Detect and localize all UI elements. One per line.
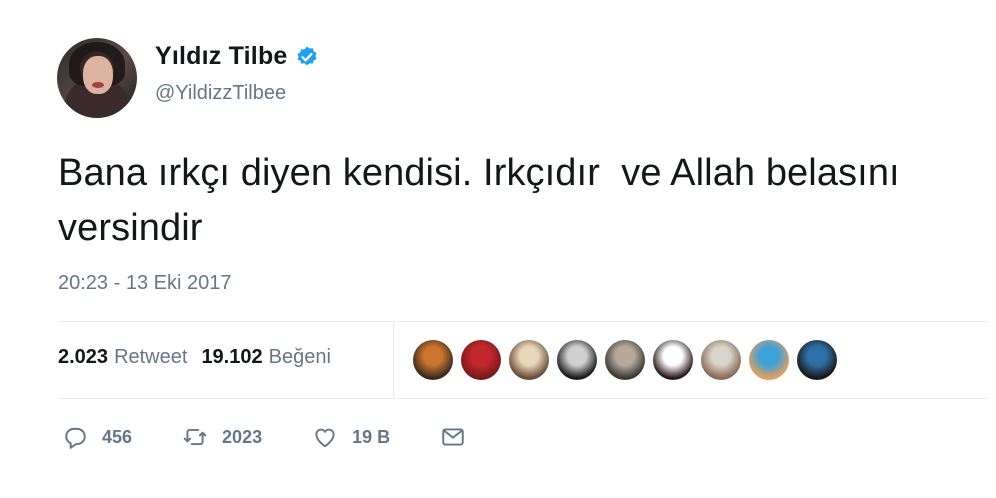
display-name[interactable]: Yıldız Tilbe (155, 42, 288, 71)
message-button[interactable] (440, 424, 466, 450)
tweet-text: Bana ırkçı diyen kendisi. Irkçıdır ve Al… (58, 152, 911, 249)
liker-avatar-3[interactable] (509, 340, 549, 380)
liker-avatar-9[interactable] (797, 340, 837, 380)
tweet-timestamp[interactable]: 20:23 - 13 Eki 2017 (58, 272, 231, 295)
reply-icon (65, 427, 86, 449)
divider-bottom (58, 398, 988, 399)
retweet-count: 2023 (222, 426, 263, 447)
reply-count: 456 (102, 426, 133, 447)
retweet-button[interactable]: 2023 (182, 424, 262, 450)
engagement-stats: 2.023 Retweet 19.102 Beğeni (58, 346, 345, 369)
avatar-face (83, 56, 113, 94)
like-button[interactable]: 19 B (312, 424, 390, 450)
like-stat-count: 19.102 (201, 346, 263, 368)
like-stat[interactable]: 19.102 Beğeni (201, 346, 330, 369)
user-handle[interactable]: @YildizzTilbee (155, 82, 286, 105)
like-stat-label: Beğeni (268, 346, 331, 368)
avatar-lips (92, 82, 104, 88)
retweet-stat-count: 2.023 (58, 346, 109, 368)
tweet-actions: 456 2023 19 B (62, 424, 516, 450)
stats-vertical-divider (393, 322, 394, 398)
message-icon (442, 428, 464, 446)
liker-avatar-8[interactable] (749, 340, 789, 380)
liker-avatar-4[interactable] (557, 340, 597, 380)
liker-avatar-5[interactable] (605, 340, 645, 380)
retweet-stat[interactable]: 2.023 Retweet (58, 346, 187, 369)
reply-button[interactable]: 456 (62, 424, 132, 450)
verified-badge-icon (297, 46, 317, 65)
divider-top (58, 321, 988, 322)
retweet-icon (183, 428, 207, 446)
retweet-stat-label: Retweet (114, 346, 188, 368)
liker-avatar-2[interactable] (461, 340, 501, 380)
like-count: 19 B (352, 426, 391, 447)
liker-avatar-6[interactable] (653, 340, 693, 380)
user-name-row: Yıldız Tilbe (155, 42, 319, 71)
profile-avatar[interactable] (57, 38, 137, 118)
liker-avatar-1[interactable] (413, 340, 453, 380)
liker-avatar-7[interactable] (701, 340, 741, 380)
liker-avatars (413, 340, 845, 380)
heart-icon (315, 428, 335, 448)
